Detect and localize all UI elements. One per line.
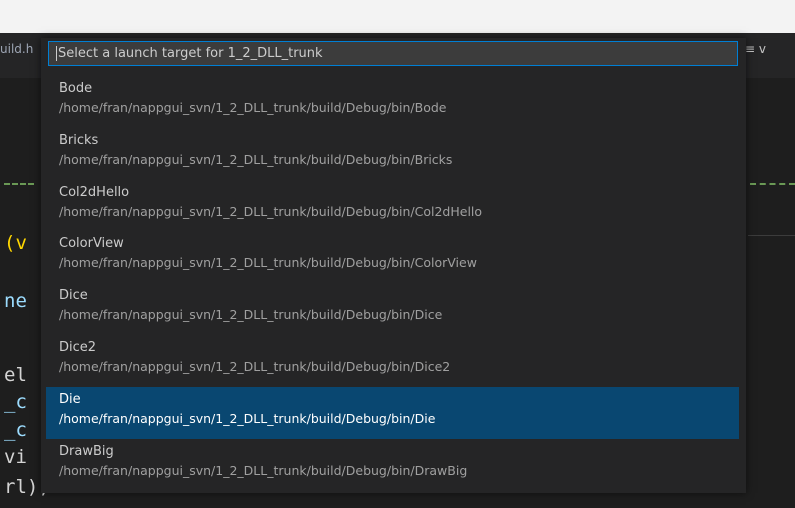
item-path: /home/fran/nappgui_svn/1_2_DLL_trunk/bui… bbox=[59, 462, 468, 478]
launch-target-item[interactable]: Bode /home/fran/nappgui_svn/1_2_DLL_trun… bbox=[46, 76, 739, 128]
editor-tab-right[interactable]: ≡ v bbox=[745, 42, 766, 56]
launch-target-list: Bode /home/fran/nappgui_svn/1_2_DLL_trun… bbox=[46, 76, 739, 490]
code-fragment: vi bbox=[4, 446, 27, 468]
launch-target-item[interactable]: Dice2 /home/fran/nappgui_svn/1_2_DLL_tru… bbox=[46, 335, 739, 387]
launch-target-placeholder: Select a launch target for 1_2_DLL_trunk bbox=[58, 46, 323, 61]
launch-target-item[interactable]: ColorView /home/fran/nappgui_svn/1_2_DLL… bbox=[46, 231, 739, 283]
code-fragment: ne bbox=[4, 290, 27, 312]
item-path: /home/fran/nappgui_svn/1_2_DLL_trunk/bui… bbox=[59, 203, 483, 219]
launch-target-item[interactable]: Dice /home/fran/nappgui_svn/1_2_DLL_trun… bbox=[46, 283, 739, 335]
item-label: ColorView bbox=[59, 236, 124, 252]
comment-divider-left bbox=[4, 183, 34, 185]
code-fragment: _c bbox=[4, 391, 27, 413]
editor-tab-left[interactable]: uild.h bbox=[0, 42, 33, 56]
item-label: DrawBig bbox=[59, 443, 114, 459]
item-label: Bricks bbox=[59, 132, 99, 148]
item-label: Bode bbox=[59, 81, 93, 96]
item-path: /home/fran/nappgui_svn/1_2_DLL_trunk/bui… bbox=[59, 255, 477, 271]
launch-target-item[interactable]: Col2dHello /home/fran/nappgui_svn/1_2_DL… bbox=[46, 180, 739, 232]
code-fragment: (v bbox=[4, 232, 27, 254]
launch-target-item[interactable]: Bricks /home/fran/nappgui_svn/1_2_DLL_tr… bbox=[46, 128, 739, 180]
item-label: Dice2 bbox=[59, 339, 97, 355]
text-caret bbox=[56, 46, 57, 61]
editor-guide-line bbox=[748, 235, 795, 236]
item-path: /home/fran/nappgui_svn/1_2_DLL_trunk/bui… bbox=[59, 410, 436, 426]
comment-divider-right bbox=[750, 183, 795, 185]
item-label: Die bbox=[59, 391, 81, 407]
item-path: /home/fran/nappgui_svn/1_2_DLL_trunk/bui… bbox=[59, 100, 447, 115]
code-fragment: _c bbox=[4, 419, 27, 441]
code-fragment: el bbox=[4, 364, 27, 386]
quick-pick-widget: Select a launch target for 1_2_DLL_trunk… bbox=[41, 38, 746, 493]
launch-target-item[interactable]: DrawBig /home/fran/nappgui_svn/1_2_DLL_t… bbox=[46, 439, 739, 491]
item-path: /home/fran/nappgui_svn/1_2_DLL_trunk/bui… bbox=[59, 151, 453, 167]
launch-target-item-selected[interactable]: Die /home/fran/nappgui_svn/1_2_DLL_trunk… bbox=[46, 386, 739, 439]
item-label: Dice bbox=[59, 288, 88, 304]
item-path: /home/fran/nappgui_svn/1_2_DLL_trunk/bui… bbox=[59, 307, 443, 323]
launch-target-search-input[interactable]: Select a launch target for 1_2_DLL_trunk bbox=[48, 41, 738, 66]
item-path: /home/fran/nappgui_svn/1_2_DLL_trunk/bui… bbox=[59, 358, 451, 374]
window-top-band bbox=[0, 0, 795, 33]
item-label: Col2dHello bbox=[59, 184, 130, 200]
